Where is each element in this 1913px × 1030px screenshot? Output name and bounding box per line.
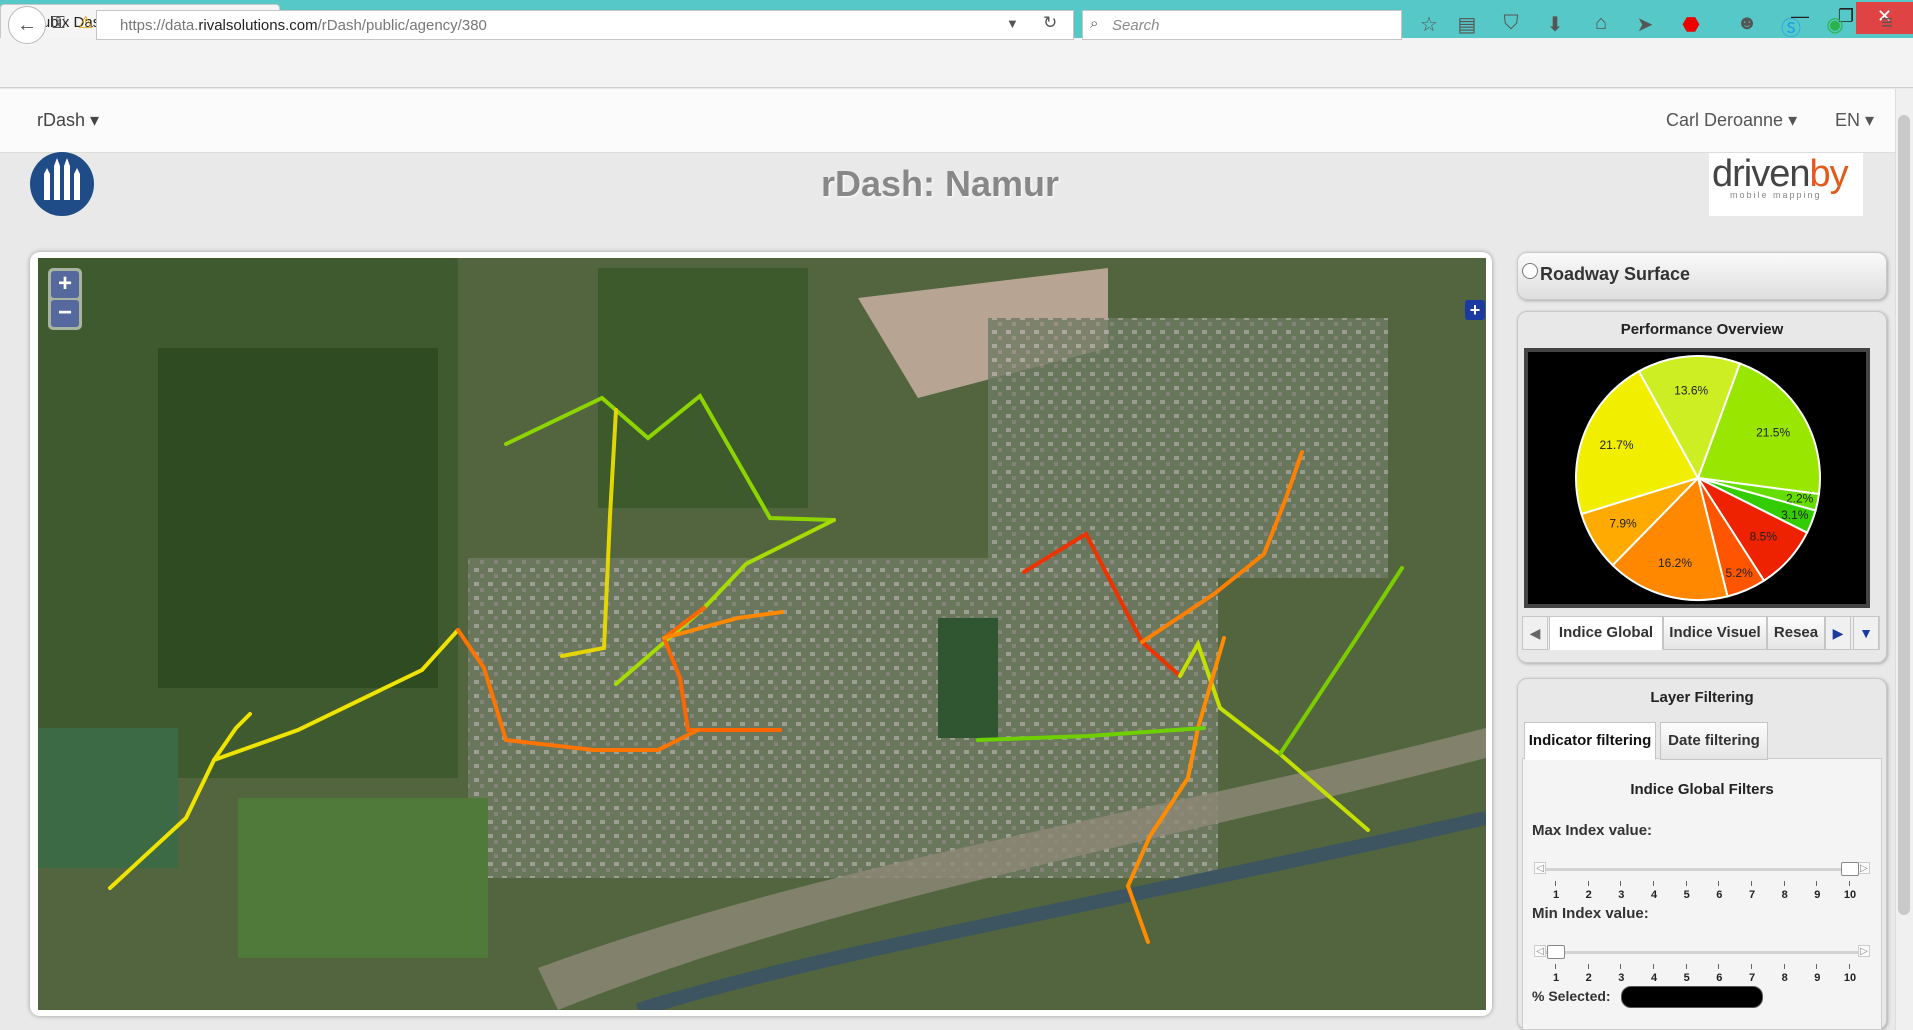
pie-slice-label: 3.1% [1781,508,1809,522]
url-dropdown-icon[interactable]: ▼ [1006,16,1019,31]
download-icon[interactable]: ⬇ [1541,12,1569,37]
max-index-slider[interactable] [1546,868,1860,871]
language-menu[interactable]: EN ▾ [1835,110,1874,131]
pie-slice-label: 5.2% [1725,566,1753,580]
adblock-icon[interactable]: ⬣ [1677,12,1705,37]
pocket-icon[interactable]: ⛉ [1497,12,1525,35]
app-header [0,89,1895,153]
roadway-surface-title: Roadway Surface [1540,264,1691,284]
url-text[interactable]: https://data.rivalsolutions.com/rDash/pu… [120,17,487,34]
slider-tick-label: 1 [1548,964,1564,984]
pie-chart: 21.5%2.2%3.1%8.5%5.2%16.2%7.9%21.7%13.6% [1575,355,1821,601]
max-slider-right-icon[interactable]: ▷ [1858,862,1870,874]
slider-tick-label: 3 [1613,964,1629,984]
tab-indicator-filtering[interactable]: Indicator filtering [1524,722,1656,760]
pie-slice-label: 16.2% [1658,556,1692,570]
page-title: rDash: Namur [820,163,1060,204]
warning-icon[interactable]: ⚠ [78,13,93,33]
performance-title: Performance Overview [1620,321,1784,338]
percent-selected-label: % Selected: [1532,988,1611,1004]
min-slider-left-icon[interactable]: ◁ [1534,945,1546,957]
skype-icon[interactable]: Ⓢ [1777,12,1805,41]
slider-tick-label: 5 [1679,964,1695,984]
aerial-map[interactable] [38,258,1486,1010]
browser-navbar [0,38,1913,88]
slider-tick-label: 9 [1809,964,1825,984]
slider-tick-label: 3 [1613,881,1629,901]
search-placeholder: Search [1112,17,1160,34]
reload-icon[interactable]: ↻ [1043,13,1057,33]
slider-tick-label: 5 [1679,881,1695,901]
scrollbar-thumb[interactable] [1898,115,1910,915]
slider-tick-label: 8 [1777,881,1793,901]
chat-icon[interactable]: ☻ [1733,12,1761,35]
slider-tick-label: 7 [1744,881,1760,901]
key-icon[interactable]: ⚿ [52,13,65,33]
tab-scroll-left-icon[interactable]: ◀ [1522,616,1548,650]
user-menu[interactable]: Carl Deroanne ▾ [1666,110,1797,131]
reading-list-icon[interactable]: ▤ [1453,12,1481,37]
max-index-label: Max Index value: [1532,822,1653,839]
slider-tick-label: 6 [1711,964,1727,984]
tab-reseau[interactable]: Resea [1767,616,1825,650]
send-icon[interactable]: ➤ [1631,12,1659,37]
slider-tick-label: 6 [1711,881,1727,901]
min-slider-handle[interactable] [1547,945,1565,959]
search-icon: ⌕ [1090,15,1099,32]
back-arrow-icon[interactable]: ← [8,6,46,44]
extension-icon[interactable]: ◉ [1821,12,1849,37]
min-index-slider[interactable] [1546,951,1860,954]
slider-tick-label: 2 [1581,964,1597,984]
tab-indice-global[interactable]: Indice Global [1549,616,1663,650]
menu-icon[interactable]: ≡ [1873,12,1901,35]
pie-chart-area: 21.5% 2.2% 3.1% 8.5% 5.2% 16.2% 7.9% 21.7% 13.6% [1524,348,1870,608]
slider-tick-label: 4 [1646,881,1662,901]
tab-scroll-right-icon[interactable]: ▶ [1825,616,1851,650]
zoom-in-button[interactable]: + [51,271,79,298]
drivenby-tagline: mobile mapping [1730,190,1822,200]
brand-menu[interactable]: rDash ▾ [37,110,99,131]
max-slider-handle[interactable] [1841,862,1859,876]
min-index-label: Min Index value: [1532,905,1649,922]
slider-tick-label: 4 [1646,964,1662,984]
slider-tick-label: 1 [1548,881,1564,901]
filters-title: Indice Global Filters [1630,781,1774,798]
slider-tick-label: 2 [1581,881,1597,901]
tab-list-dropdown-icon[interactable]: ▼ [1853,616,1879,650]
layer-filtering-title: Layer Filtering [1650,689,1754,706]
roadway-surface-radio[interactable] [1522,263,1538,279]
pie-slice-label: 7.9% [1609,517,1637,531]
pie-slice-label: 13.6% [1674,383,1708,397]
tab-indice-visuel[interactable]: Indice Visuel [1663,616,1767,650]
percent-selected-bar [1621,986,1763,1008]
slider-tick-label: 10 [1842,881,1858,901]
pie-slice-label: 8.5% [1750,530,1778,544]
min-slider-right-icon[interactable]: ▷ [1858,945,1870,957]
slider-tick-label: 9 [1809,881,1825,901]
slider-tick-label: 10 [1842,964,1858,984]
slider-tick-label: 7 [1744,964,1760,984]
zoom-out-button[interactable]: − [51,300,79,327]
bookmark-star-icon[interactable]: ☆ [1415,12,1443,37]
pie-slice-label: 21.7% [1600,438,1634,452]
pie-slice-label: 21.5% [1756,425,1790,439]
tab-date-filtering[interactable]: Date filtering [1660,722,1768,760]
home-icon[interactable]: ⌂ [1587,12,1615,35]
max-slider-left-icon[interactable]: ◁ [1534,862,1546,874]
slider-tick-label: 8 [1777,964,1793,984]
layer-toggle-button[interactable]: + [1465,300,1485,320]
